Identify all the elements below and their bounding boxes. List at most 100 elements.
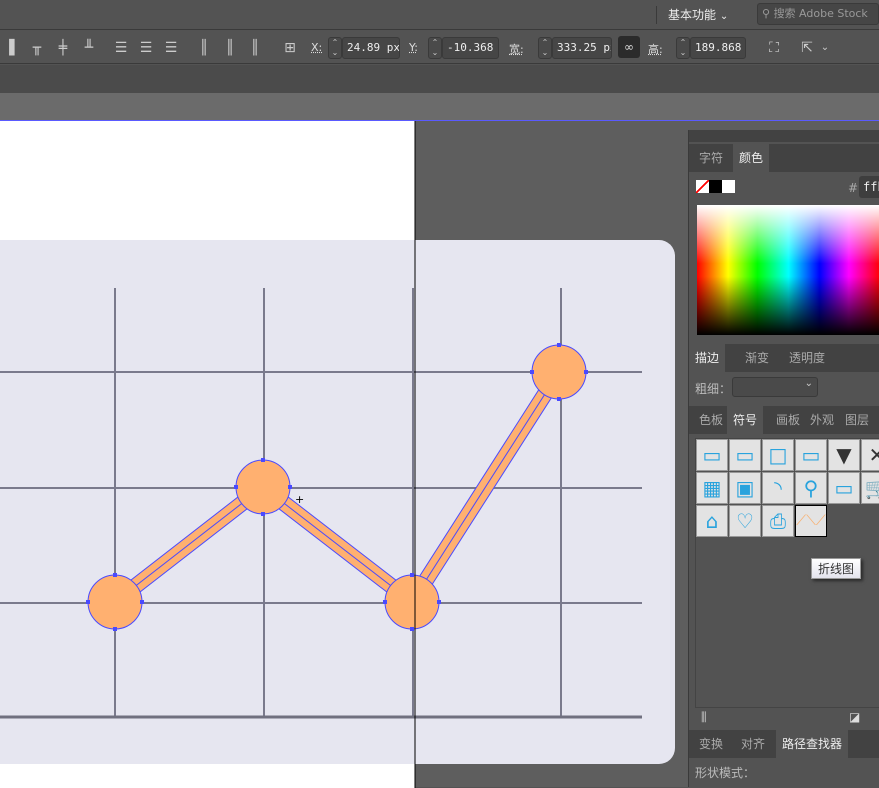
tab-symbols[interactable]: 符号	[727, 406, 764, 434]
anchor-handle	[113, 573, 117, 577]
width-field[interactable]: 333.25 px	[552, 37, 612, 59]
anchor-handle	[234, 485, 238, 489]
white-swatch[interactable]	[722, 180, 735, 193]
symbol-button-gray[interactable]: ▭	[729, 439, 761, 471]
stock-search-input[interactable]: ⚲ 搜索 Adobe Stock	[757, 3, 879, 25]
none-swatch[interactable]	[696, 180, 709, 193]
film-icon[interactable]: ▣	[729, 472, 761, 504]
x-stepper[interactable]: ⌃ ⌄	[328, 37, 342, 59]
distribute-bottom-icon[interactable]: ☰	[162, 39, 180, 57]
anchor-handle	[410, 573, 414, 577]
distribute-vcenter-icon[interactable]: ☰	[137, 39, 155, 57]
data-point	[87, 574, 143, 630]
line-chart-symbol[interactable]: ⟋⟍⟋	[795, 505, 827, 537]
anchor-handle	[261, 458, 265, 462]
black-swatch[interactable]	[709, 180, 722, 193]
home-icon[interactable]: ⌂	[696, 505, 728, 537]
tab-transparency[interactable]: 透明度	[783, 344, 831, 372]
y-stepper[interactable]: ⌃ ⌄	[428, 37, 442, 59]
control-bar: ▐ ╥ ╪ ╨ ☰ ☰ ☰ ║ ║ ║ ⊞ X: ⌃ ⌄ 24.89 px Y: …	[0, 31, 879, 64]
line-chart-artwork[interactable]	[0, 121, 688, 788]
symbol-dropdown-bar[interactable]: ▭	[795, 439, 827, 471]
menu-bar: 基本功能 ⌄ ⚲ 搜索 Adobe Stock	[0, 0, 879, 30]
width-stepper[interactable]: ⌃ ⌄	[538, 37, 552, 59]
tab-swatches[interactable]: 色板	[693, 406, 729, 434]
x-field[interactable]: 24.89 px	[342, 37, 400, 59]
color-panel-tabs: 字符 颜色	[689, 144, 879, 172]
data-point	[235, 459, 291, 515]
chevron-down-icon[interactable]: ⌄	[816, 39, 834, 57]
y-label: Y:	[409, 41, 418, 54]
transform-icon[interactable]: ⛶	[765, 39, 783, 57]
anchor-handle	[410, 627, 414, 631]
tab-layers[interactable]: 图层	[839, 406, 875, 434]
ruler-strip	[0, 93, 879, 120]
hex-field[interactable]: ffb	[859, 176, 879, 198]
symbols-panel-tabs: 色板 符号 画板 外观 图层	[689, 406, 879, 434]
tab-transform[interactable]: 变换	[693, 730, 729, 758]
reference-point-icon[interactable]: ⊞	[281, 39, 299, 57]
new-symbol-icon[interactable]: ◪	[849, 710, 860, 724]
width-label: 宽:	[509, 43, 524, 56]
weight-field[interactable]: ⌄	[732, 377, 818, 397]
workspace-label: 基本功能	[668, 8, 717, 22]
anchor-handle	[557, 397, 561, 401]
color-spectrum[interactable]	[697, 205, 879, 335]
isolate-icon[interactable]: ⇱	[798, 39, 816, 57]
heart-plus-icon[interactable]: ♡	[729, 505, 761, 537]
symbol-blank-box[interactable]: □	[762, 439, 794, 471]
height-stepper[interactable]: ⌃ ⌄	[676, 37, 690, 59]
anchor-handle	[530, 370, 534, 374]
distribute-top-icon[interactable]: ☰	[112, 39, 130, 57]
height-field[interactable]: 189.868 px	[690, 37, 746, 59]
anchor-handle	[113, 627, 117, 631]
anchor-handle	[261, 512, 265, 516]
distribute-hcenter-icon[interactable]: ║	[221, 39, 239, 57]
stroke-panel-tabs: 描边 渐变 透明度	[689, 344, 879, 372]
data-point	[531, 344, 587, 400]
tab-pathfinder[interactable]: 路径查找器	[776, 730, 849, 758]
tab-color[interactable]: 颜色	[733, 144, 770, 172]
anchor-handle	[383, 600, 387, 604]
anchor-handle	[86, 600, 90, 604]
height-label: 高:	[648, 43, 663, 56]
anchor-handle	[557, 343, 561, 347]
distribute-right-icon[interactable]: ║	[246, 39, 264, 57]
search-placeholder: 搜索 Adobe Stock	[773, 7, 868, 20]
calendar-icon[interactable]: ▦	[696, 472, 728, 504]
symbol-close[interactable]: ✕	[861, 439, 879, 471]
align-vcenter-icon[interactable]: ╪	[54, 39, 72, 57]
symbol-dropdown-arrow[interactable]: ▼	[828, 439, 860, 471]
align-bottom-icon[interactable]: ╨	[80, 39, 98, 57]
workspace-switcher[interactable]: 基本功能 ⌄	[668, 6, 728, 23]
symbol-button-light[interactable]: ▭	[696, 439, 728, 471]
printer-icon[interactable]: ⎙	[762, 505, 794, 537]
anchor-handle	[584, 370, 588, 374]
magnifier-icon[interactable]: ⚲	[795, 472, 827, 504]
tooltip: 折线图	[811, 558, 862, 579]
y-field[interactable]: -10.368 px	[442, 37, 499, 59]
tab-gradient[interactable]: 渐变	[739, 344, 775, 372]
constrain-proportions-link-icon[interactable]: ∞	[618, 36, 640, 58]
tab-artboards[interactable]: 画板	[770, 406, 806, 434]
cart-icon[interactable]: 🛒	[861, 472, 879, 504]
tab-appearance[interactable]: 外观	[804, 406, 840, 434]
data-point	[384, 574, 440, 630]
tab-align[interactable]: 对齐	[735, 730, 771, 758]
rss-icon[interactable]: ◝	[762, 472, 794, 504]
align-top-icon[interactable]: ╥	[28, 39, 46, 57]
chevron-down-icon: ⌄	[719, 11, 729, 22]
shape-modes-label: 形状模式：	[695, 766, 756, 780]
pathfinder-panel-tabs: 变换 对齐 路径查找器	[689, 730, 879, 758]
anchor-handle	[288, 485, 292, 489]
tab-character[interactable]: 字符	[693, 144, 729, 172]
x-label: X:	[311, 41, 323, 54]
document-tabs-bar	[0, 65, 879, 93]
hex-label: #	[848, 181, 859, 195]
align-right-icon[interactable]: ▐	[0, 39, 18, 57]
symbol-libraries-icon[interactable]: ⫼	[701, 710, 707, 725]
distribute-left-icon[interactable]: ║	[195, 39, 213, 57]
chart-card	[0, 240, 675, 764]
tab-stroke[interactable]: 描边	[689, 344, 726, 372]
credit-card-icon[interactable]: ▭	[828, 472, 860, 504]
